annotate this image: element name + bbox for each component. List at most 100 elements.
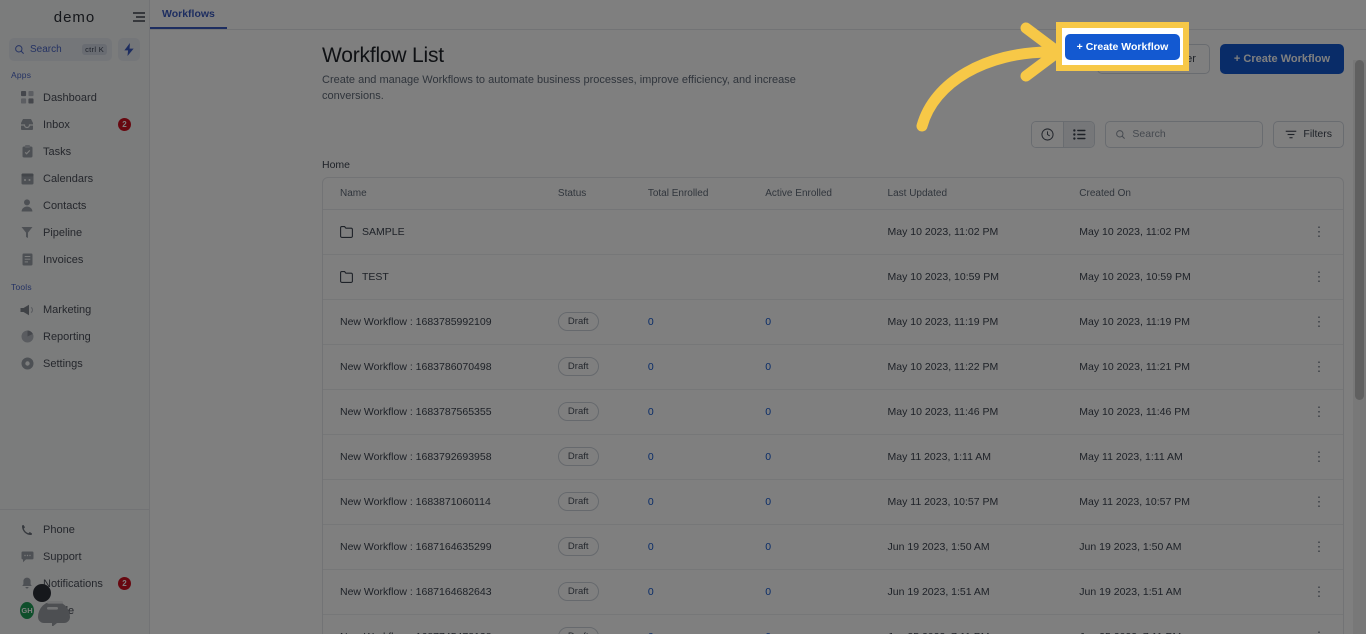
- table-row[interactable]: New Workflow : 1683787565355 Draft 0 0 May 1…: [323, 389, 1343, 435]
- sidebar-item-settings[interactable]: Settings: [0, 350, 149, 377]
- total-enrolled-link[interactable]: 0: [648, 541, 654, 553]
- row-name[interactable]: New Workflow : 1683785992109: [340, 316, 492, 328]
- active-enrolled-link[interactable]: 0: [765, 586, 771, 598]
- active-enrolled-link[interactable]: 0: [765, 316, 771, 328]
- vertical-scrollbar[interactable]: [1353, 60, 1366, 634]
- quick-actions-button[interactable]: [118, 38, 140, 61]
- total-enrolled-link[interactable]: 0: [648, 451, 654, 463]
- table-row[interactable]: New Workflow : 1683785992109 Draft 0 0 May 1…: [323, 299, 1343, 345]
- cell-name: New Workflow : 1687745478138: [323, 614, 558, 634]
- list-toolbar: Search Filters: [150, 105, 1366, 148]
- scrollbar-thumb[interactable]: [1355, 60, 1364, 400]
- row-menu-icon[interactable]: ⋮: [1313, 494, 1326, 509]
- column-header-status[interactable]: Status: [557, 177, 648, 210]
- table-row[interactable]: SAMPLE May 10 2023, 11:02 PM May 10 2023, …: [323, 209, 1343, 255]
- filter-icon: [1286, 130, 1297, 139]
- sidebar-item-label: Support: [43, 550, 82, 563]
- column-header-created-on[interactable]: Created On: [1079, 177, 1296, 210]
- search-input[interactable]: Search ctrl K: [9, 38, 112, 61]
- cell-status: Draft: [557, 389, 648, 435]
- row-menu-icon[interactable]: ⋮: [1313, 539, 1326, 554]
- sidebar-item-reporting[interactable]: Reporting: [0, 323, 149, 350]
- inbox-icon: [20, 118, 34, 132]
- row-menu-icon[interactable]: ⋮: [1313, 359, 1326, 374]
- row-name[interactable]: New Workflow : 1687164635299: [340, 541, 492, 553]
- table-row[interactable]: New Workflow : 1683792693958 Draft 0 0 May 1…: [323, 434, 1343, 480]
- active-enrolled-link[interactable]: 0: [765, 496, 771, 508]
- total-enrolled-link[interactable]: 0: [648, 586, 654, 598]
- total-enrolled-link[interactable]: 0: [648, 496, 654, 508]
- row-name[interactable]: New Workflow : 1683787565355: [340, 406, 492, 418]
- status-badge: Draft: [557, 402, 599, 422]
- table-row[interactable]: New Workflow : 1687745478138Draft00Jun 2…: [323, 614, 1343, 634]
- sidebar-item-tasks[interactable]: Tasks: [0, 138, 149, 165]
- cell-last-updated: May 10 2023, 11:46 PM: [887, 389, 1080, 435]
- tab-workflows[interactable]: Workflows: [150, 0, 227, 29]
- total-enrolled-link[interactable]: 0: [648, 406, 654, 418]
- cell-total-enrolled: 0: [647, 389, 766, 435]
- total-enrolled-link[interactable]: 0: [648, 361, 654, 373]
- cell-total-enrolled: 0: [647, 344, 766, 390]
- row-name[interactable]: New Workflow : 1687164682643: [340, 586, 492, 598]
- column-header-name[interactable]: Name: [323, 177, 558, 210]
- table-row[interactable]: TEST May 10 2023, 10:59 PM May 10 2023, 10…: [323, 254, 1343, 300]
- cell-active-enrolled: 0: [765, 614, 888, 634]
- total-enrolled-link[interactable]: 0: [648, 316, 654, 328]
- workflow-table-container: Name Status Total Enrolled Active Enroll…: [322, 176, 1344, 634]
- sidebar-item-support[interactable]: Support: [0, 543, 149, 570]
- sidebar-item-calendars[interactable]: Calendars: [0, 165, 149, 192]
- sidebar-item-contacts[interactable]: Contacts: [0, 192, 149, 219]
- cell-name: New Workflow : 1683785992109: [323, 299, 558, 345]
- active-enrolled-link[interactable]: 0: [765, 361, 771, 373]
- cell-created-on: May 11 2023, 10:57 PM: [1079, 479, 1296, 525]
- cell-active-enrolled: 0: [765, 344, 888, 390]
- row-name[interactable]: New Workflow : 1683871060114: [340, 496, 491, 508]
- breadcrumb[interactable]: Home: [150, 148, 1366, 177]
- cell-last-updated: May 10 2023, 11:02 PM: [887, 209, 1080, 255]
- table-row[interactable]: New Workflow : 1683786070498 Draft 0 0 May 1…: [323, 344, 1343, 390]
- sidebar-item-notifications[interactable]: Notifications 2: [0, 570, 149, 597]
- status-badge: Draft: [557, 357, 599, 377]
- sidebar-item-dashboard[interactable]: Dashboard: [0, 84, 149, 111]
- row-name[interactable]: New Workflow : 1683792693958: [340, 451, 492, 463]
- clipboard-check-icon: [20, 145, 34, 159]
- folder-name-cell[interactable]: TEST: [340, 271, 558, 283]
- create-workflow-button[interactable]: + Create Workflow: [1064, 33, 1181, 60]
- sidebar-item-profile[interactable]: GH Profile: [0, 597, 149, 624]
- active-enrolled-link[interactable]: 0: [765, 406, 771, 418]
- funnel-icon: [20, 226, 34, 240]
- row-menu-icon[interactable]: ⋮: [1313, 269, 1326, 284]
- sidebar-item-inbox[interactable]: Inbox 2: [0, 111, 149, 138]
- column-header-active-enrolled[interactable]: Active Enrolled: [765, 177, 888, 210]
- row-menu-icon[interactable]: ⋮: [1313, 629, 1326, 634]
- filters-button[interactable]: Filters: [1273, 120, 1344, 148]
- list-search-input[interactable]: Search: [1105, 120, 1264, 148]
- row-menu-icon[interactable]: ⋮: [1313, 224, 1326, 239]
- sidebar-item-phone[interactable]: Phone: [0, 516, 149, 543]
- table-header-row: Name Status Total Enrolled Active Enroll…: [323, 177, 1343, 210]
- brand-logo[interactable]: demo: [0, 0, 149, 34]
- sidebar-item-label: Contacts: [43, 199, 87, 212]
- column-header-last-updated[interactable]: Last Updated: [887, 177, 1080, 210]
- active-enrolled-link[interactable]: 0: [765, 541, 771, 553]
- row-name[interactable]: New Workflow : 1683786070498: [340, 361, 492, 373]
- cell-total-enrolled: 0: [647, 299, 766, 345]
- sidebar-item-pipeline[interactable]: Pipeline: [0, 219, 149, 246]
- row-menu-icon[interactable]: ⋮: [1313, 449, 1326, 464]
- row-menu-icon[interactable]: ⋮: [1313, 314, 1326, 329]
- cell-name: TEST: [323, 254, 558, 300]
- table-row[interactable]: New Workflow : 1687164682643 Draft 0 0 Jun 1…: [323, 569, 1343, 615]
- folder-name-cell[interactable]: SAMPLE: [340, 226, 558, 238]
- create-workflow-button-underlay[interactable]: + Create Workflow: [1219, 44, 1344, 74]
- cell-total-enrolled: 0: [647, 434, 766, 480]
- table-row[interactable]: New Workflow : 1683871060114 Draft 0 0 May 1…: [323, 479, 1343, 525]
- column-header-total-enrolled[interactable]: Total Enrolled: [647, 177, 766, 210]
- sidebar-item-invoices[interactable]: Invoices: [0, 246, 149, 273]
- row-menu-icon[interactable]: ⋮: [1313, 404, 1326, 419]
- row-menu-icon[interactable]: ⋮: [1313, 584, 1326, 599]
- table-row[interactable]: New Workflow : 1687164635299 Draft 0 0 Jun 1…: [323, 524, 1343, 570]
- cell-status: Draft: [557, 434, 648, 480]
- active-enrolled-link[interactable]: 0: [765, 451, 771, 463]
- collapse-menu-icon[interactable]: [132, 10, 146, 22]
- sidebar-item-marketing[interactable]: Marketing: [0, 296, 149, 323]
